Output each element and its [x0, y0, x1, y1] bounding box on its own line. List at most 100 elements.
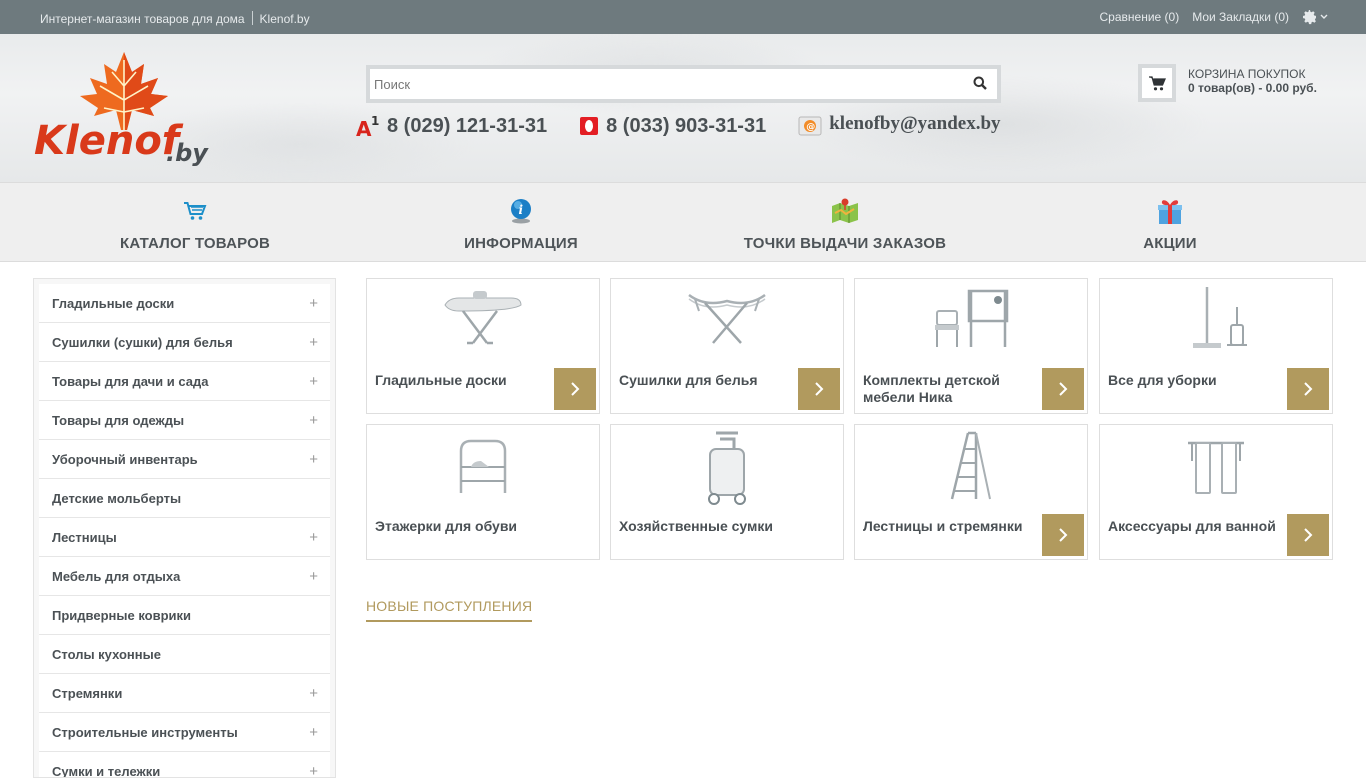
compare-link[interactable]: Сравнение (0) [1100, 10, 1180, 24]
map-icon [831, 198, 859, 224]
sidebar-item-label: Сумки и тележки [52, 764, 160, 778]
sidebar-item[interactable]: Сумки и тележки + [39, 752, 330, 778]
cart-icon-box[interactable] [1138, 64, 1176, 102]
tile-open-button[interactable] [798, 368, 840, 410]
category-tile[interactable]: Этажерки для обуви [366, 424, 600, 560]
expand-icon[interactable]: + [309, 334, 318, 351]
sidebar-item[interactable]: Уборочный инвентарь+ [39, 440, 330, 479]
chevron-right-icon [1303, 382, 1313, 396]
category-tile[interactable]: Аксессуары для ванной [1099, 424, 1333, 560]
phone-mts[interactable]: 8 (033) 903-31-31 [579, 115, 766, 138]
tile-label: Сушилки для белья [619, 372, 789, 389]
header: Klenof .by A1 8 (029) 121-31-31 8 (033) … [0, 34, 1366, 182]
sidebar-item[interactable]: Детские мольберты [39, 479, 330, 518]
category-tile[interactable]: Хозяйственные сумки [610, 424, 844, 560]
sidebar-item-label: Строительные инструменты [52, 725, 238, 740]
main-navigation: КАТАЛОГ ТОВАРОВ i ИНФОРМАЦИЯ ТОЧКИ ВЫДАЧ… [0, 182, 1366, 262]
new-arrivals-tab[interactable]: НОВЫЕ ПОСТУПЛЕНИЯ [366, 598, 532, 622]
sidebar-item-label: Мебель для отдыха [52, 569, 180, 584]
nav-catalog-label: КАТАЛОГ ТОВАРОВ [120, 235, 270, 252]
expand-icon[interactable]: + [309, 295, 318, 312]
expand-icon[interactable]: + [309, 451, 318, 468]
info-icon: i [509, 198, 533, 224]
expand-icon[interactable]: + [309, 373, 318, 390]
expand-icon[interactable]: + [309, 568, 318, 585]
sidebar-item[interactable]: Стремянки + [39, 674, 330, 713]
gift-icon [1156, 197, 1184, 225]
tile-label: Лестницы и стремянки [863, 518, 1033, 535]
tile-open-button[interactable] [554, 368, 596, 410]
nav-promotions-label: АКЦИИ [1143, 235, 1197, 252]
sidebar-item[interactable]: Придверные коврики [39, 596, 330, 635]
divider [252, 11, 253, 25]
shopping-cart[interactable]: КОРЗИНА ПОКУПОК 0 товар(ов) - 0.00 руб. [1138, 64, 1338, 104]
expand-icon[interactable]: + [309, 685, 318, 702]
kids-furniture-icon [929, 285, 1013, 349]
chevron-right-icon [1303, 528, 1313, 542]
category-tile[interactable]: Все для уборки [1099, 278, 1333, 414]
email-contact[interactable]: @ klenofby@yandex.by [798, 115, 1000, 137]
sidebar-item[interactable]: Товары для дачи и сада + [39, 362, 330, 401]
sidebar-item[interactable]: Строительные инструменты + [39, 713, 330, 752]
cart-title: КОРЗИНА ПОКУПОК [1188, 67, 1305, 81]
sidebar-item-label: Лестницы [52, 530, 117, 545]
search-icon[interactable] [973, 76, 987, 90]
category-tile[interactable]: Лестницы и стремянки [854, 424, 1088, 560]
chevron-right-icon [570, 382, 580, 396]
expand-icon[interactable]: + [309, 763, 318, 778]
cart-icon [183, 201, 207, 221]
sidebar-item-label: Товары для дачи и сада [52, 374, 209, 389]
bookmarks-link[interactable]: Мои Закладки (0) [1192, 10, 1289, 24]
tile-open-button[interactable] [1287, 514, 1329, 556]
sidebar-item-label: Придверные коврики [52, 608, 191, 623]
ladder-icon [946, 429, 996, 501]
category-tile[interactable]: Сушилки для белья [610, 278, 844, 414]
expand-icon[interactable]: + [309, 412, 318, 429]
sidebar-item[interactable]: Столы кухонные [39, 635, 330, 674]
tile-open-button[interactable] [1287, 368, 1329, 410]
nav-promotions[interactable]: АКЦИИ [1120, 183, 1220, 261]
expand-icon[interactable]: + [309, 529, 318, 546]
mts-operator-icon [579, 116, 599, 136]
site-logo[interactable]: Klenof .by [32, 50, 212, 168]
site-name: Klenof.by [260, 12, 310, 26]
expand-icon[interactable]: + [309, 724, 318, 741]
search-input[interactable] [370, 69, 997, 99]
sidebar-item[interactable]: Мебель для отдыха + [39, 557, 330, 596]
gear-icon [1302, 9, 1318, 25]
nav-pickup-points[interactable]: ТОЧКИ ВЫДАЧИ ЗАКАЗОВ [740, 183, 950, 261]
sidebar-item-label: Столы кухонные [52, 647, 161, 662]
chevron-right-icon [814, 382, 824, 396]
sidebar-item-label: Стремянки [52, 686, 122, 701]
tile-label: Гладильные доски [375, 372, 545, 389]
tagline-text: Интернет-магазин товаров для дома [40, 12, 245, 26]
sidebar-item[interactable]: Лестницы + [39, 518, 330, 557]
category-tile[interactable]: Комплекты детской мебели Ника [854, 278, 1088, 414]
sidebar-item[interactable]: Сушилки (сушки) для белья + [39, 323, 330, 362]
phone2-number: 8 (033) 903-31-31 [606, 115, 766, 138]
nav-info[interactable]: i ИНФОРМАЦИЯ [446, 183, 596, 261]
tile-open-button[interactable] [1042, 368, 1084, 410]
phone-a1[interactable]: A1 8 (029) 121-31-31 [356, 114, 547, 138]
mop-icon [1181, 285, 1251, 351]
category-tile[interactable]: Гладильные доски [366, 278, 600, 414]
sidebar-item[interactable]: Гладильные доски + [39, 284, 330, 323]
shoe-rack-icon [453, 431, 513, 493]
nav-catalog[interactable]: КАТАЛОГ ТОВАРОВ [120, 183, 270, 261]
top-links: Сравнение (0) Мои Закладки (0) [1100, 9, 1328, 25]
phone1-number: 8 (029) 121-31-31 [387, 115, 547, 138]
logo-text: Klenof [34, 118, 184, 164]
category-sidebar: Гладильные доски + Сушилки (сушки) для бе… [33, 278, 336, 778]
search-box [366, 65, 1001, 103]
tile-label: Все для уборки [1108, 372, 1278, 389]
tile-label: Комплекты детской мебели Ника [863, 372, 1033, 406]
tile-open-button[interactable] [1042, 514, 1084, 556]
tile-label: Этажерки для обуви [375, 518, 545, 535]
sidebar-item-label: Гладильные доски [52, 296, 174, 311]
nav-info-label: ИНФОРМАЦИЯ [464, 235, 578, 252]
settings-dropdown[interactable] [1302, 9, 1328, 25]
sidebar-item-label: Товары для одежды [52, 413, 184, 428]
sidebar-item[interactable]: Товары для одежды + [39, 401, 330, 440]
sidebar-item-label: Сушилки (сушки) для белья [52, 335, 233, 350]
cart-icon [1149, 76, 1166, 91]
